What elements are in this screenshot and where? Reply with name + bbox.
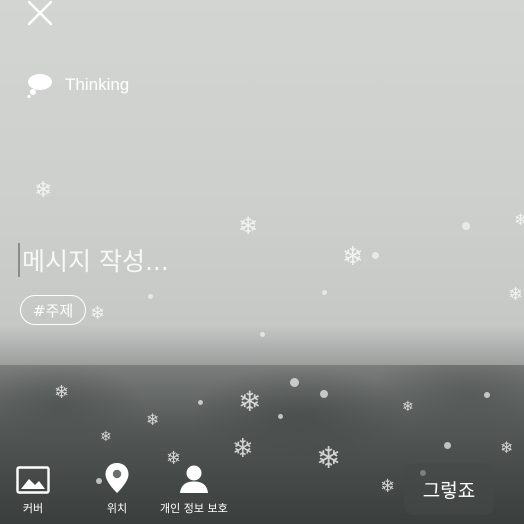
close-button[interactable] <box>26 0 54 28</box>
snowflake-decoration: ❄ <box>100 429 112 445</box>
snowflake-decoration: ❄ <box>402 399 414 415</box>
snow-dot <box>372 252 379 259</box>
snow-dot <box>290 378 299 387</box>
image-icon <box>16 466 50 494</box>
snowflake-decoration: ❄ <box>508 284 524 305</box>
snow-dot <box>444 442 451 449</box>
snow-dot <box>320 390 328 398</box>
snowflake-decoration: ❄ <box>238 385 262 418</box>
compose-screen: ❄ ❄ ❄ ❄ ❄ ❄ ❄ ❄ ❄ ❄ ❄ ❄ ❄ ❄ ❄ ❄ Thinking… <box>0 0 524 524</box>
close-icon <box>27 0 53 26</box>
submit-button[interactable]: 그렇죠 <box>404 463 494 515</box>
hashtag-chip[interactable]: #주제 <box>20 295 87 325</box>
snow-dot <box>484 392 490 398</box>
snowflake-decoration: ❄ <box>238 212 259 240</box>
topic-selector[interactable]: Thinking <box>26 72 129 98</box>
privacy-label: 개인 정보 보호 <box>160 502 228 515</box>
snow-dot <box>198 400 203 405</box>
snow-dot <box>322 290 327 295</box>
snowflake-decoration: ❄ <box>342 242 364 272</box>
snow-dot <box>260 332 265 337</box>
message-placeholder: 메시지 작성... <box>22 247 169 276</box>
location-button[interactable]: 위치 <box>104 462 130 516</box>
snowflake-decoration: ❄ <box>514 210 524 229</box>
thought-bubble-icon <box>27 74 52 98</box>
cover-button[interactable]: 커버 <box>16 466 50 516</box>
message-input[interactable]: 메시지 작성... <box>18 242 169 278</box>
location-pin-icon <box>105 463 129 493</box>
location-label: 위치 <box>106 502 128 515</box>
person-icon <box>179 465 208 493</box>
snowflake-decoration: ❄ <box>54 382 70 403</box>
snow-dot <box>278 414 283 419</box>
snowflake-decoration: ❄ <box>34 178 53 203</box>
snowflake-decoration: ❄ <box>146 410 160 429</box>
snow-dot <box>462 222 470 230</box>
snowflake-decoration: ❄ <box>90 303 106 324</box>
snow-dot <box>148 294 153 299</box>
privacy-button[interactable]: 개인 정보 보호 <box>160 464 228 516</box>
cover-label: 커버 <box>22 502 44 515</box>
topic-label: Thinking <box>65 75 130 94</box>
text-cursor <box>18 243 20 277</box>
